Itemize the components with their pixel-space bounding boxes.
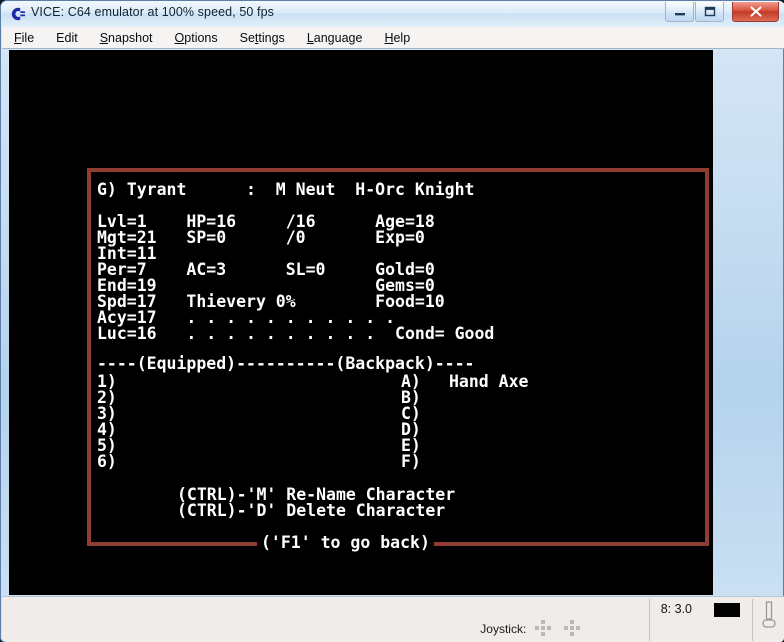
backpack-slot-f[interactable]: F) bbox=[401, 453, 421, 470]
emulator-display[interactable]: G) Tyrant : M Neut H-Orc Knight Lvl=1 HP… bbox=[9, 50, 713, 595]
minimize-button[interactable] bbox=[665, 2, 694, 22]
status-bar: Joystick: 8: 3.0 bbox=[2, 596, 784, 642]
window-title: VICE: C64 emulator at 100% speed, 50 fps bbox=[31, 5, 275, 19]
joystick-label: Joystick: bbox=[480, 622, 527, 636]
command-hint-delete: (CTRL)-'D' Delete Character bbox=[177, 501, 446, 520]
joystick-status: Joystick: bbox=[480, 620, 585, 636]
tape-drive-icon[interactable] bbox=[760, 601, 778, 631]
menu-item-language[interactable]: Language bbox=[307, 31, 363, 45]
minimize-icon bbox=[674, 13, 685, 16]
menu-item-file[interactable]: File bbox=[14, 31, 34, 45]
inventory-section-rule: ----(Equipped)----------(Backpack)---- bbox=[97, 354, 475, 373]
drive-status[interactable]: 8: 3.0 bbox=[661, 602, 692, 616]
menu-item-snapshot[interactable]: Snapshot bbox=[100, 31, 153, 45]
status-separator bbox=[649, 599, 650, 641]
title-bar[interactable]: VICE: C64 emulator at 100% speed, 50 fps bbox=[1, 1, 784, 27]
c64-text-screen: G) Tyrant : M Neut H-Orc Knight Lvl=1 HP… bbox=[9, 50, 713, 595]
dpad-icon[interactable] bbox=[563, 620, 585, 636]
menu-item-help[interactable]: Help bbox=[384, 31, 410, 45]
menu-item-settings[interactable]: Settings bbox=[240, 31, 285, 45]
dpad-icon[interactable] bbox=[534, 620, 556, 636]
screen-footer-hint: ('F1' to go back) bbox=[257, 534, 434, 551]
menu-item-options[interactable]: Options bbox=[175, 31, 218, 45]
menu-bar: File Edit Snapshot Options Settings Lang… bbox=[2, 27, 784, 49]
commodore-logo-icon bbox=[8, 5, 26, 23]
equipped-slot-6[interactable]: 6) bbox=[97, 453, 117, 470]
maximize-button[interactable] bbox=[695, 2, 724, 22]
stats-line-8: Luc=16 . . . . . . . . . . Cond= Good bbox=[97, 324, 495, 343]
character-header: G) Tyrant : M Neut H-Orc Knight bbox=[97, 180, 475, 199]
backpack-item-a[interactable]: Hand Axe bbox=[449, 373, 528, 390]
menu-item-edit[interactable]: Edit bbox=[56, 31, 78, 45]
drive-led-indicator bbox=[714, 603, 740, 617]
vice-emulator-window: VICE: C64 emulator at 100% speed, 50 fps… bbox=[0, 0, 784, 642]
close-button[interactable] bbox=[732, 2, 779, 22]
status-separator bbox=[752, 599, 753, 641]
close-icon bbox=[749, 6, 762, 17]
maximize-icon bbox=[704, 6, 715, 17]
